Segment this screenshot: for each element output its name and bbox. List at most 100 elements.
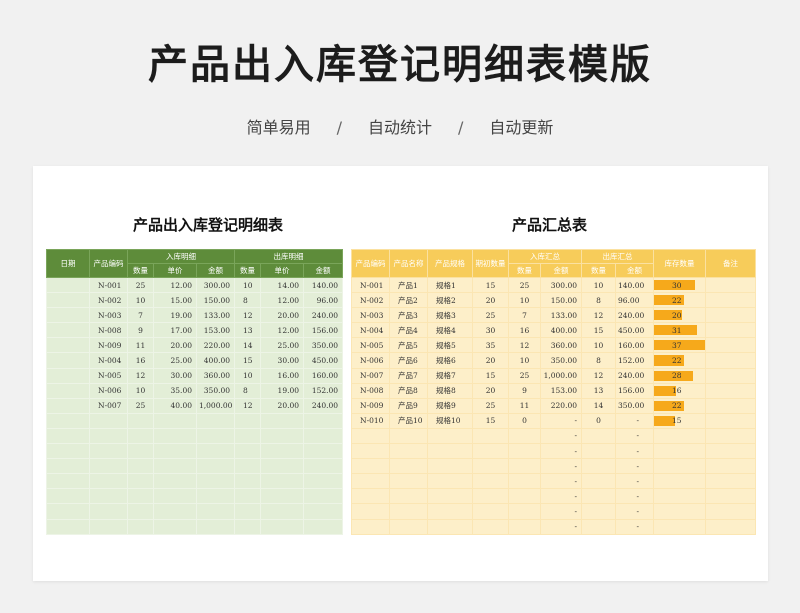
product-code-cell <box>89 412 128 429</box>
in-qty-cell: 9 <box>127 322 154 339</box>
in-price-cell <box>153 458 197 475</box>
table-row: N-008 产品8 规格8 20 9 153.00 13 156.00 16 <box>351 382 756 399</box>
feature-auto-update: 自动更新 <box>489 118 554 137</box>
in-amount-cell: - <box>540 412 582 429</box>
product-name-cell <box>389 427 428 445</box>
opening-qty-cell <box>472 488 509 505</box>
product-spec-cell: 规格9 <box>427 397 473 414</box>
out-qty-cell: 8 <box>234 292 262 309</box>
header-in-amount: 金额 <box>195 263 236 278</box>
product-code-cell: N-006 <box>351 352 390 369</box>
stock-qty-cell <box>653 518 706 535</box>
in-amount-cell: 133.00 <box>195 307 236 324</box>
product-code-cell: N-001 <box>351 276 390 294</box>
product-name-cell: 产品8 <box>389 382 428 399</box>
in-price-cell <box>153 412 197 429</box>
table-row: -- <box>351 427 756 445</box>
product-spec-cell: 规格6 <box>427 352 473 369</box>
stock-qty-value: 30 <box>672 280 682 290</box>
out-qty-cell <box>234 473 262 490</box>
header-out-qty: 数量 <box>581 263 616 278</box>
feature-easy: 简单易用 <box>246 118 311 137</box>
date-cell <box>46 292 90 309</box>
product-name-cell: 产品6 <box>389 352 428 369</box>
in-qty-cell: 12 <box>508 337 541 354</box>
in-amount-cell <box>195 473 236 490</box>
product-name-cell <box>389 518 428 535</box>
in-qty-cell <box>508 488 541 505</box>
in-price-cell <box>153 473 197 490</box>
feature-auto-stats: 自动统计 <box>367 118 432 137</box>
opening-qty-cell: 15 <box>472 367 509 384</box>
stock-qty-value: 31 <box>672 325 682 335</box>
header-date: 日期 <box>46 249 90 278</box>
out-amount-cell: 450.00 <box>615 322 654 339</box>
out-amount-cell <box>303 518 344 535</box>
product-spec-cell <box>427 427 473 445</box>
out-price-cell <box>260 443 305 460</box>
out-qty-cell: 14 <box>581 397 616 414</box>
product-name-cell <box>389 473 428 490</box>
out-price-cell: 20.00 <box>260 397 305 414</box>
out-amount-cell: - <box>615 458 654 475</box>
stock-qty-cell <box>653 473 706 490</box>
in-price-cell: 12.00 <box>153 276 197 294</box>
in-price-cell: 30.00 <box>153 367 197 384</box>
product-code-cell: N-010 <box>351 412 390 429</box>
table-row <box>46 427 344 445</box>
out-amount-cell: 350.00 <box>615 397 654 414</box>
note-cell <box>705 518 756 535</box>
date-cell <box>46 352 90 369</box>
note-cell <box>705 443 756 460</box>
in-amount-cell: 350.00 <box>195 382 236 399</box>
in-qty-cell <box>127 503 154 520</box>
spreadsheet-preview: 产品出入库登记明细表 产品汇总表 日期 产品编码 入库明细 出库明细 数量 单价… <box>33 166 768 581</box>
table-row: N-003 7 19.00 133.00 12 20.00 240.00 <box>46 307 344 324</box>
product-code-cell <box>89 443 128 460</box>
table-row: -- <box>351 443 756 460</box>
out-amount-cell: 156.00 <box>615 382 654 399</box>
in-price-cell: 35.00 <box>153 382 197 399</box>
in-price-cell <box>153 503 197 520</box>
stock-qty-cell <box>653 443 706 460</box>
product-code-cell: N-007 <box>351 367 390 384</box>
table-row: N-001 25 12.00 300.00 10 14.00 140.00 <box>46 276 344 294</box>
out-amount-cell: - <box>615 473 654 490</box>
product-code-cell <box>89 503 128 520</box>
table-row: -- <box>351 518 756 535</box>
header-out-qty: 数量 <box>234 263 262 278</box>
out-qty-cell: 14 <box>234 337 262 354</box>
out-qty-cell: 15 <box>581 322 616 339</box>
in-qty-cell <box>127 518 154 535</box>
product-name-cell: 产品10 <box>389 412 428 429</box>
opening-qty-cell: 15 <box>472 412 509 429</box>
out-qty-cell: 13 <box>581 382 616 399</box>
out-amount-cell: - <box>615 412 654 429</box>
note-cell <box>705 427 756 445</box>
out-qty-cell: 12 <box>234 307 262 324</box>
note-cell <box>705 292 756 309</box>
out-qty-cell <box>234 503 262 520</box>
out-qty-cell: 13 <box>234 322 262 339</box>
stock-qty-cell: 15 <box>653 412 706 429</box>
in-qty-cell <box>127 443 154 460</box>
in-qty-cell <box>127 412 154 429</box>
opening-qty-cell: 20 <box>472 382 509 399</box>
out-qty-cell: 10 <box>581 337 616 354</box>
out-price-cell: 30.00 <box>260 352 305 369</box>
header-product-spec: 产品规格 <box>427 249 473 278</box>
table-row <box>46 458 344 475</box>
in-amount-cell: 150.00 <box>195 292 236 309</box>
product-code-cell: N-009 <box>89 337 128 354</box>
stock-qty-value: 15 <box>672 416 682 426</box>
header-product-code: 产品编码 <box>351 249 390 278</box>
out-amount-cell: 160.00 <box>615 337 654 354</box>
inout-detail-table: 日期 产品编码 入库明细 出库明细 数量 单价 金额 数量 单价 金额 N-00… <box>46 249 344 535</box>
header-out-amount: 金额 <box>615 263 654 278</box>
in-qty-cell <box>508 518 541 535</box>
product-spec-cell: 规格2 <box>427 292 473 309</box>
header-out-amount: 金额 <box>303 263 344 278</box>
out-price-cell <box>260 518 305 535</box>
out-amount-cell <box>303 473 344 490</box>
opening-qty-cell <box>472 443 509 460</box>
